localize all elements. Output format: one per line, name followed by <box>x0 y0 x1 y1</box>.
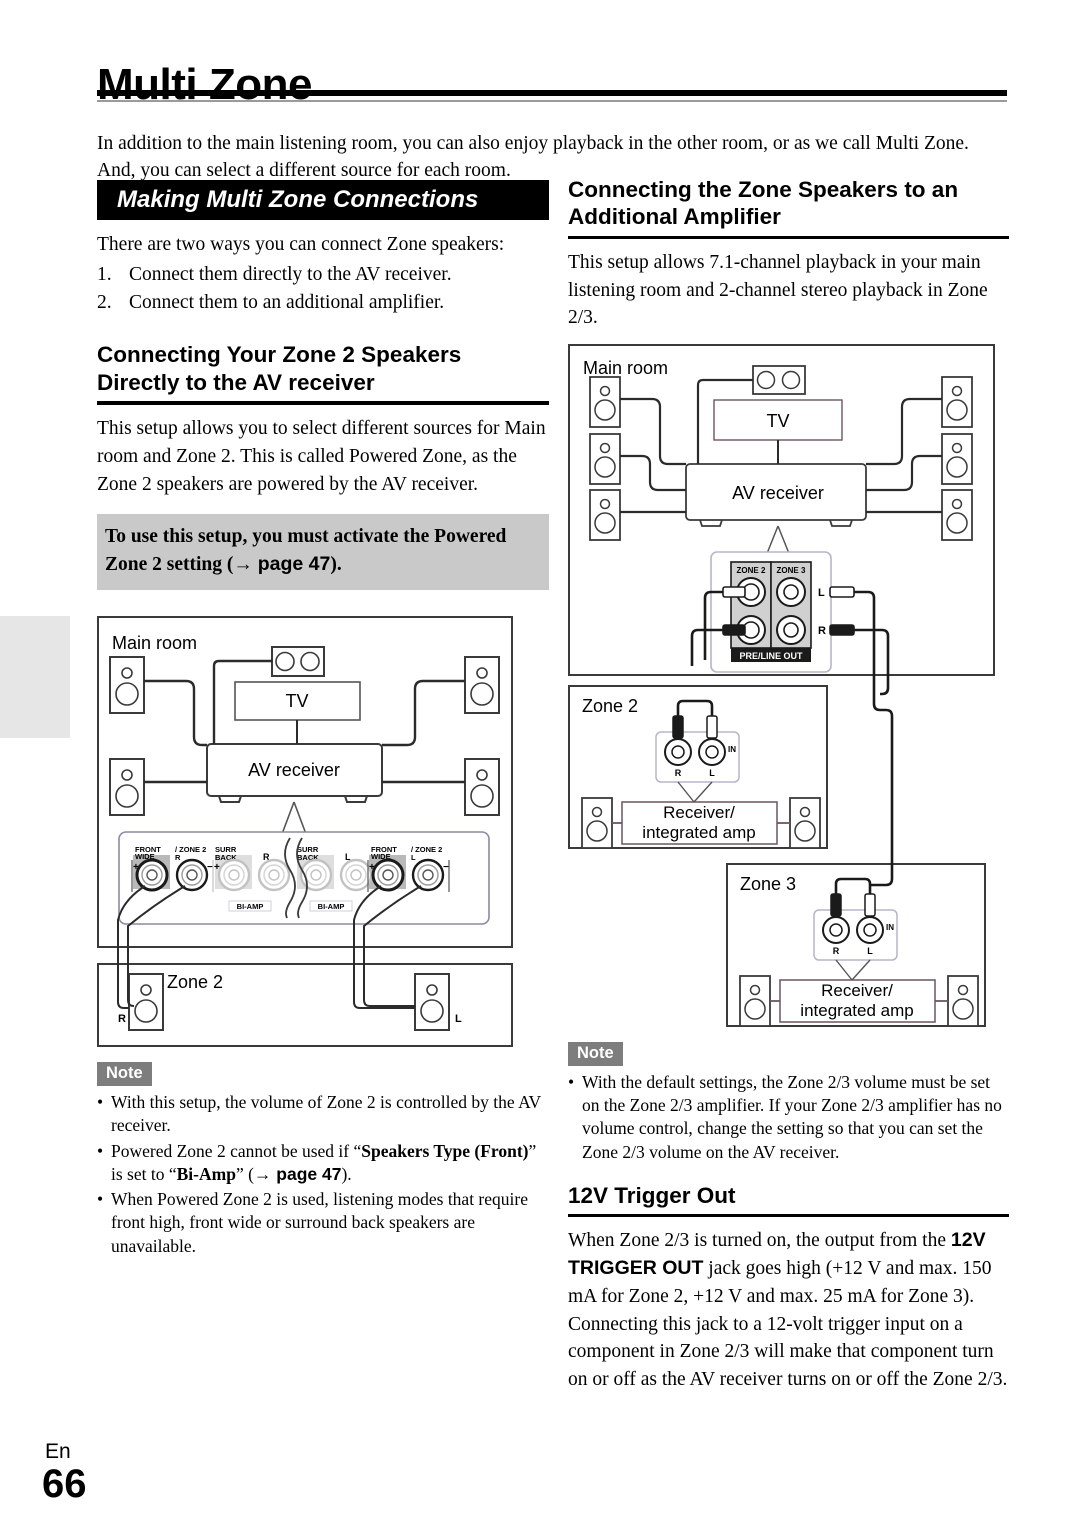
bullet-icon: • <box>97 1140 104 1161</box>
heading-rule <box>568 235 1009 239</box>
zone2-amp-line1: Receiver/ <box>663 803 735 822</box>
bullet-icon: • <box>568 1071 575 1092</box>
svg-text:R: R <box>175 853 181 862</box>
zone3-amp-line1: Receiver/ <box>821 981 893 1000</box>
heading-connect-zone2-directly: Connecting Your Zone 2 Speakers Directly… <box>97 342 462 395</box>
svg-text:L: L <box>411 853 416 862</box>
left-note-list: • With this setup, the volume of Zone 2 … <box>97 1091 549 1258</box>
note-item: • With the default settings, the Zone 2/… <box>568 1071 1009 1164</box>
note-text: When Powered Zone 2 is used, listening m… <box>111 1189 528 1256</box>
diagram-right-tv-label: TV <box>766 411 789 431</box>
list-number: 2. <box>97 292 112 314</box>
svg-text:−: − <box>443 862 449 873</box>
list-text: Connect them to an additional amplifier. <box>129 292 445 314</box>
callout-page-ref: page 47 <box>257 553 331 576</box>
arrow-icon: → <box>233 553 253 576</box>
bullet-icon: • <box>97 1189 104 1210</box>
jack-prelineout-label: PRE/LINE OUT <box>739 651 803 661</box>
jack-zone3-label: ZONE 3 <box>777 566 806 575</box>
heading-rule <box>97 401 549 406</box>
left-note-block: Note • With this setup, the volume of Zo… <box>97 1062 549 1258</box>
right-column: Connecting the Zone Speakers to an Addit… <box>568 176 1009 1394</box>
right-note-list: • With the default settings, the Zone 2/… <box>568 1071 1009 1164</box>
footer-language: En <box>45 1440 71 1463</box>
note-item: • Powered Zone 2 cannot be used if “Spea… <box>97 1140 549 1187</box>
zone3-r-label: R <box>833 946 840 956</box>
diagram-left-room-label: Main room <box>112 633 197 653</box>
document-page: Multi Zone In addition to the main liste… <box>0 0 1080 1526</box>
list-item: 2. Connect them to an additional amplifi… <box>97 289 549 317</box>
zone2-in-label: IN <box>728 745 736 754</box>
left-numbered-list: 1. Connect them directly to the AV recei… <box>97 261 549 318</box>
callout-line1: To use this setup, you must activate the… <box>105 526 507 548</box>
jack-r-label: R <box>818 625 826 637</box>
diagram-right-receiver-label: AV receiver <box>732 483 824 503</box>
svg-text:/ ZONE 2: / ZONE 2 <box>411 845 442 854</box>
heading-12v-trigger-out: 12V Trigger Out <box>568 1183 736 1208</box>
diagram-powered-zone2: Main room TV AV receiver FRONT WIDE + / … <box>97 616 549 1048</box>
trigger-paragraph: When Zone 2/3 is turned on, the output f… <box>568 1229 1008 1390</box>
heading-connect-zone-speakers-amp: Connecting the Zone Speakers to an Addit… <box>568 177 959 230</box>
list-number: 1. <box>97 263 112 285</box>
right-paragraph: This setup allows 7.1-channel playback i… <box>568 251 988 329</box>
jack-l-label: L <box>818 587 825 599</box>
callout-powered-zone2: To use this setup, you must activate the… <box>97 514 549 591</box>
right-note-block: Note • With the default settings, the Zo… <box>568 1041 1009 1164</box>
callout-line2-post: ). <box>330 554 342 576</box>
header-rule-thin <box>97 100 1007 102</box>
diagram-left-tv-label: TV <box>285 691 308 711</box>
bullet-icon: • <box>97 1092 104 1113</box>
note-text: Powered Zone 2 cannot be used if “Speake… <box>111 1140 537 1184</box>
zone2-r-label: R <box>675 768 682 778</box>
left-lead-text: There are two ways you can connect Zone … <box>97 234 505 256</box>
callout-line2-pre: Zone 2 setting ( <box>105 554 234 576</box>
diagram-zone2-title: Zone 2 <box>582 696 638 716</box>
header-rule-thick <box>97 90 1007 96</box>
footer-page-number: 66 <box>42 1462 87 1506</box>
list-text: Connect them directly to the AV receiver… <box>129 263 452 285</box>
jack-zone2-label: ZONE 2 <box>737 566 766 575</box>
diagram-left-zone-r: R <box>118 1013 126 1025</box>
zone2-amp-line2: integrated amp <box>642 823 755 842</box>
svg-text:BI-AMP: BI-AMP <box>318 902 345 911</box>
diagram-zone3-title: Zone 3 <box>740 874 796 894</box>
zone3-l-label: L <box>867 946 873 956</box>
svg-text:−: − <box>207 862 213 873</box>
zone2-l-label: L <box>709 768 715 778</box>
list-item: 1. Connect them directly to the AV recei… <box>97 261 549 289</box>
svg-text:BI-AMP: BI-AMP <box>237 902 264 911</box>
note-label: Note <box>568 1041 623 1066</box>
diagram-zone-amplifier: Main room TV AV receiver ZONE 2 ZONE 3 P… <box>568 343 1009 1034</box>
note-item: • With this setup, the volume of Zone 2 … <box>97 1091 549 1138</box>
note-item: • When Powered Zone 2 is used, listening… <box>97 1188 549 1258</box>
diagram-right-room-label: Main room <box>583 358 668 378</box>
diagram-left-zone-label: Zone 2 <box>167 972 223 992</box>
zone3-amp-line2: integrated amp <box>800 1001 913 1020</box>
diagram-left-receiver-label: AV receiver <box>248 760 340 780</box>
note-text: With the default settings, the Zone 2/3 … <box>582 1071 1002 1162</box>
heading-rule <box>568 1214 1009 1218</box>
note-text: With this setup, the volume of Zone 2 is… <box>111 1092 541 1136</box>
left-column: Making Multi Zone Connections There are … <box>97 180 549 1258</box>
left-paragraph: This setup allows you to select differen… <box>97 418 546 495</box>
note-label: Note <box>97 1062 152 1087</box>
section-bar-making-connections: Making Multi Zone Connections <box>97 180 549 221</box>
zone3-in-label: IN <box>886 923 894 932</box>
diagram-left-zone-l: L <box>455 1013 462 1025</box>
edge-tab-marker <box>0 616 70 738</box>
